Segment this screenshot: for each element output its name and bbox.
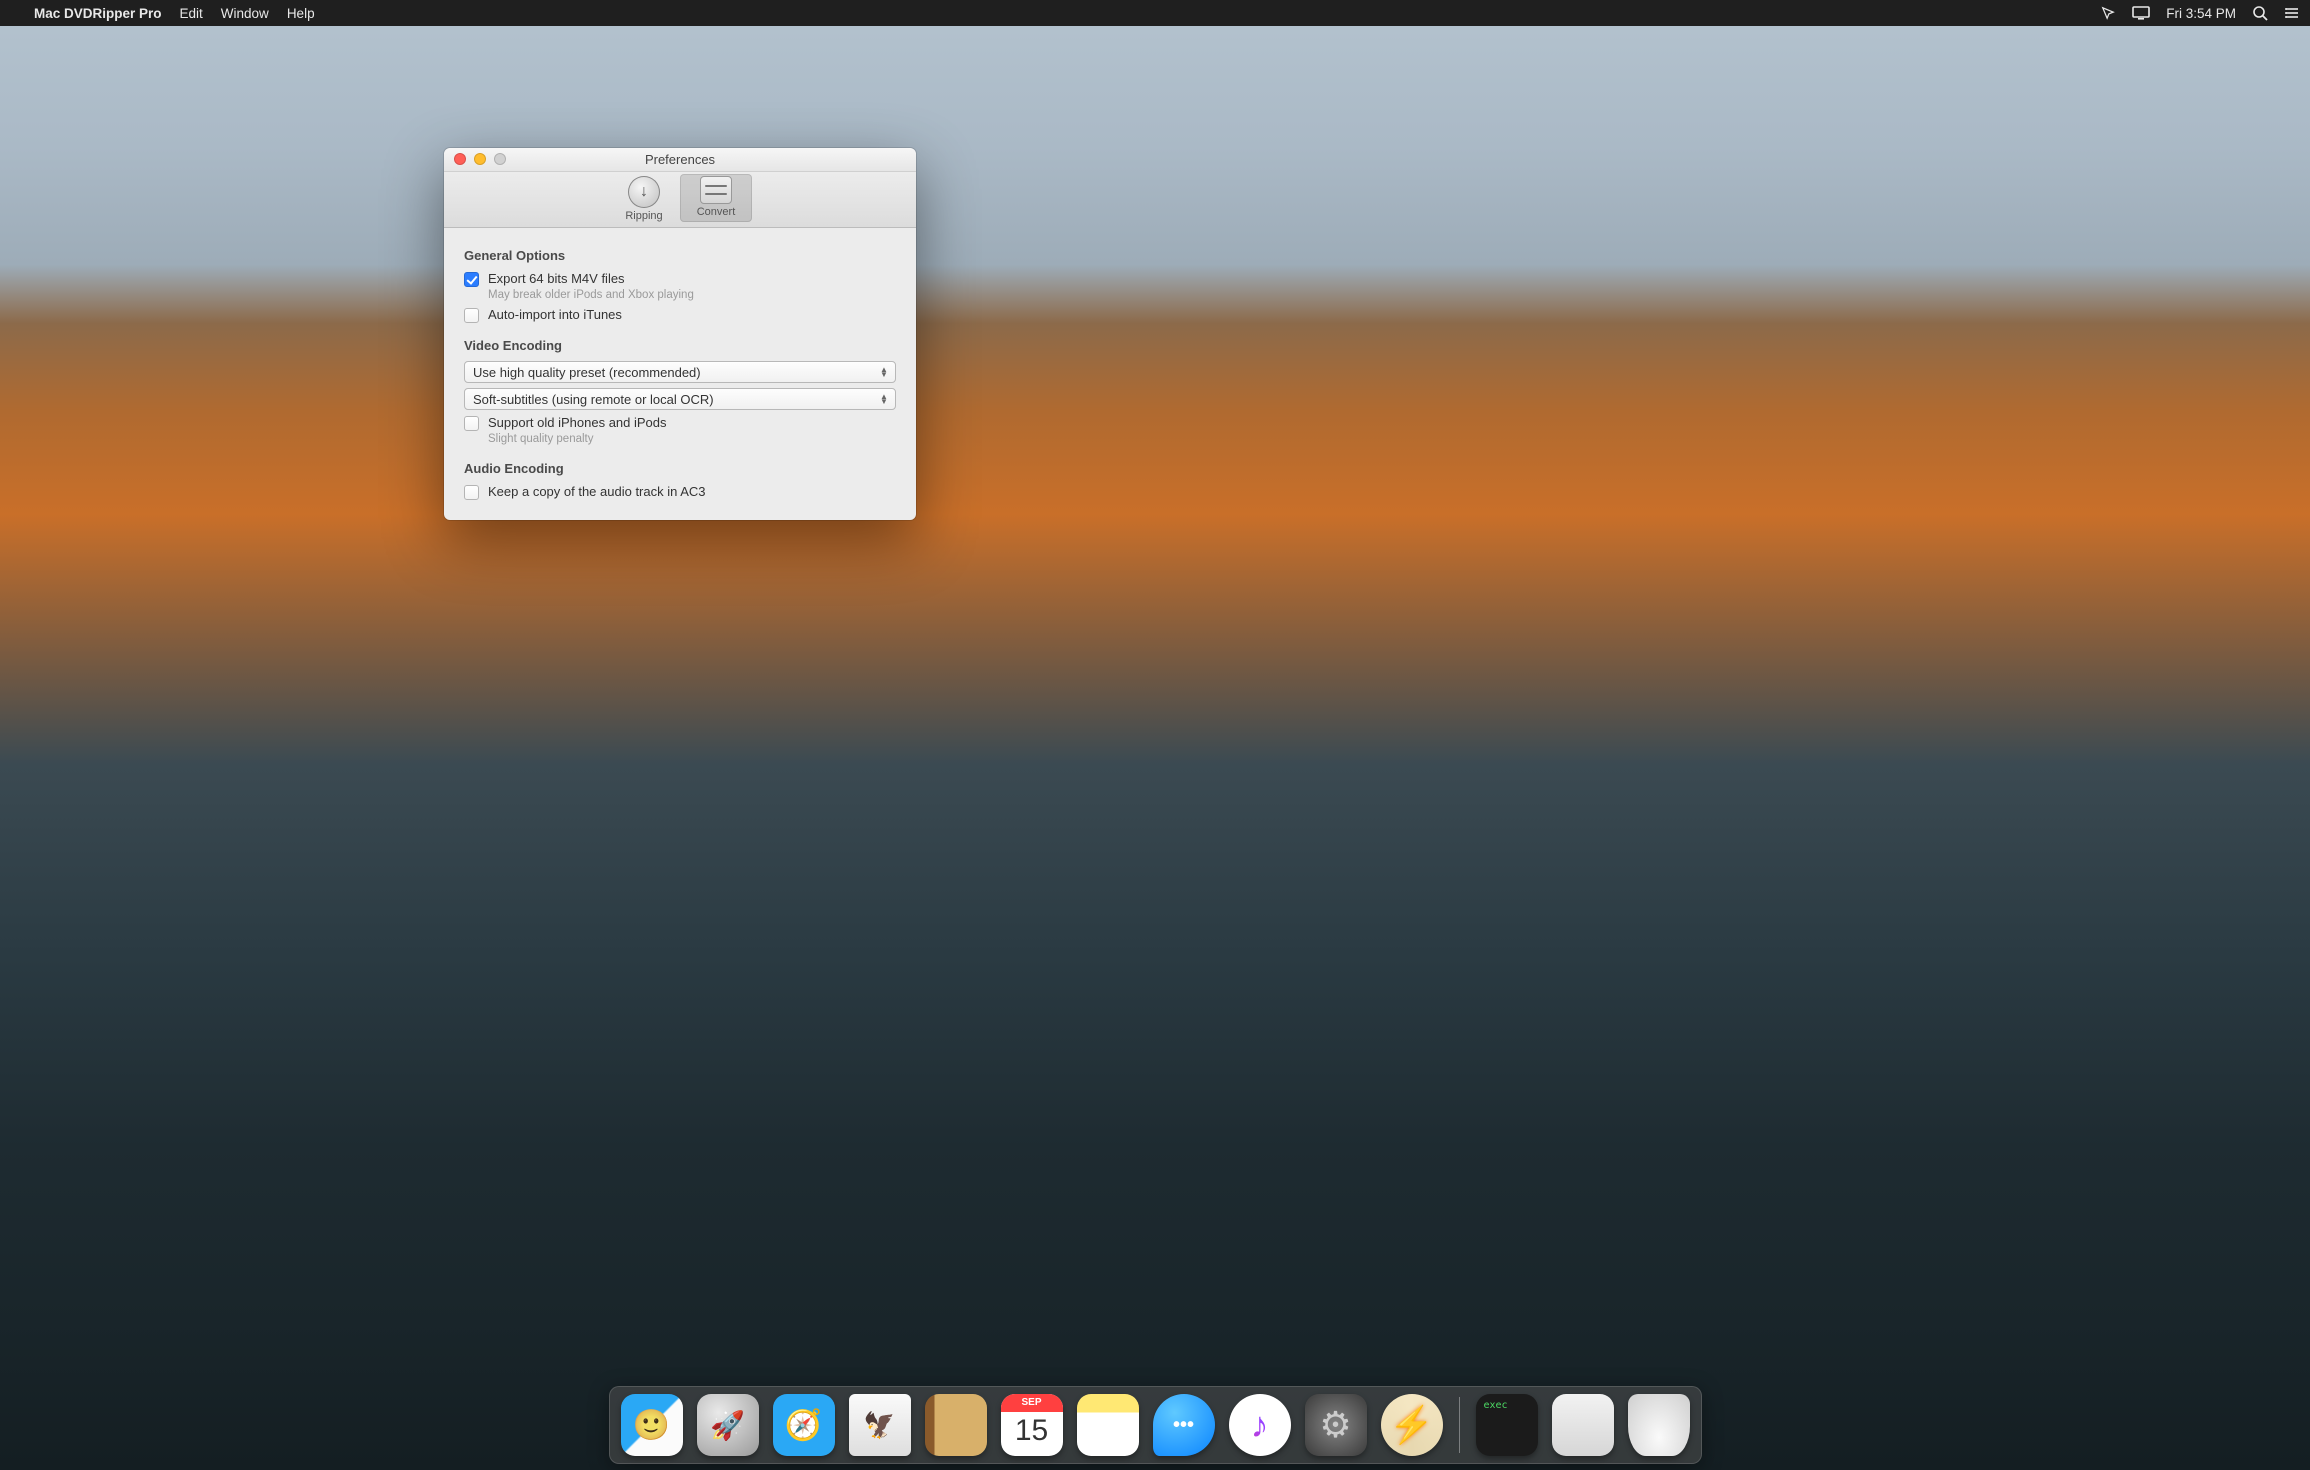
dock-system-preferences[interactable] bbox=[1305, 1394, 1367, 1456]
dock-mail[interactable] bbox=[849, 1394, 911, 1456]
close-button[interactable] bbox=[454, 153, 466, 165]
section-general-options: General Options bbox=[464, 248, 896, 263]
menubar-clock[interactable]: Fri 3:54 PM bbox=[2166, 6, 2236, 21]
cursor-status-icon[interactable] bbox=[2100, 6, 2116, 20]
dock-notes[interactable] bbox=[1077, 1394, 1139, 1456]
calendar-month: SEP bbox=[1001, 1394, 1063, 1412]
preferences-window: Preferences Ripping Convert General Opti… bbox=[444, 148, 916, 520]
dock-contacts[interactable] bbox=[925, 1394, 987, 1456]
app-menu[interactable]: Mac DVDRipper Pro bbox=[34, 6, 162, 21]
sublabel-support-old-iphones: Slight quality penalty bbox=[488, 433, 896, 445]
dock-calendar[interactable]: SEP 15 bbox=[1001, 1394, 1063, 1456]
convert-icon bbox=[700, 176, 732, 204]
tab-convert[interactable]: Convert bbox=[680, 174, 752, 222]
label-auto-import-itunes: Auto-import into iTunes bbox=[488, 307, 622, 322]
popup-video-preset-value: Use high quality preset (recommended) bbox=[473, 365, 701, 380]
checkbox-export-64bit[interactable] bbox=[464, 272, 479, 287]
popup-subtitle-mode[interactable]: Soft-subtitles (using remote or local OC… bbox=[464, 388, 896, 410]
checkbox-support-old-iphones[interactable] bbox=[464, 416, 479, 431]
section-video-encoding: Video Encoding bbox=[464, 338, 896, 353]
ripping-icon bbox=[628, 176, 660, 208]
dock-minimized-window[interactable] bbox=[1552, 1394, 1614, 1456]
zoom-button bbox=[494, 153, 506, 165]
minimize-button[interactable] bbox=[474, 153, 486, 165]
display-status-icon[interactable] bbox=[2132, 6, 2150, 20]
label-keep-ac3: Keep a copy of the audio track in AC3 bbox=[488, 484, 706, 499]
tab-ripping-label: Ripping bbox=[625, 210, 662, 222]
label-support-old-iphones: Support old iPhones and iPods bbox=[488, 415, 667, 430]
popup-video-preset[interactable]: Use high quality preset (recommended) ▲▼ bbox=[464, 361, 896, 383]
checkbox-auto-import-itunes[interactable] bbox=[464, 308, 479, 323]
dock-mac-dvdripper-pro[interactable] bbox=[1381, 1394, 1443, 1456]
popup-subtitle-mode-value: Soft-subtitles (using remote or local OC… bbox=[473, 392, 714, 407]
preferences-toolbar: Ripping Convert bbox=[444, 172, 916, 228]
window-title: Preferences bbox=[645, 152, 715, 167]
dock-trash[interactable] bbox=[1628, 1394, 1690, 1456]
dock: SEP 15 exec bbox=[609, 1386, 1702, 1464]
label-export-64bit: Export 64 bits M4V files bbox=[488, 271, 625, 286]
menu-window[interactable]: Window bbox=[221, 6, 269, 21]
menu-help[interactable]: Help bbox=[287, 6, 315, 21]
menubar: Mac DVDRipper Pro Edit Window Help Fri 3… bbox=[0, 0, 2310, 26]
calendar-day: 15 bbox=[1001, 1414, 1063, 1448]
chevron-up-down-icon: ▲▼ bbox=[877, 394, 891, 404]
dock-messages[interactable] bbox=[1153, 1394, 1215, 1456]
notification-center-icon[interactable] bbox=[2284, 6, 2300, 20]
terminal-label: exec bbox=[1484, 1400, 1508, 1411]
chevron-up-down-icon: ▲▼ bbox=[877, 367, 891, 377]
spotlight-icon[interactable] bbox=[2252, 5, 2268, 21]
dock-finder[interactable] bbox=[621, 1394, 683, 1456]
menu-edit[interactable]: Edit bbox=[180, 6, 203, 21]
sublabel-export-64bit: May break older iPods and Xbox playing bbox=[488, 289, 896, 301]
checkbox-keep-ac3[interactable] bbox=[464, 485, 479, 500]
dock-launchpad[interactable] bbox=[697, 1394, 759, 1456]
dock-safari[interactable] bbox=[773, 1394, 835, 1456]
section-audio-encoding: Audio Encoding bbox=[464, 461, 896, 476]
tab-convert-label: Convert bbox=[697, 206, 736, 218]
dock-itunes[interactable] bbox=[1229, 1394, 1291, 1456]
tab-ripping[interactable]: Ripping bbox=[608, 174, 680, 226]
dock-terminal[interactable]: exec bbox=[1476, 1394, 1538, 1456]
dock-separator bbox=[1459, 1397, 1460, 1453]
window-titlebar[interactable]: Preferences bbox=[444, 148, 916, 172]
